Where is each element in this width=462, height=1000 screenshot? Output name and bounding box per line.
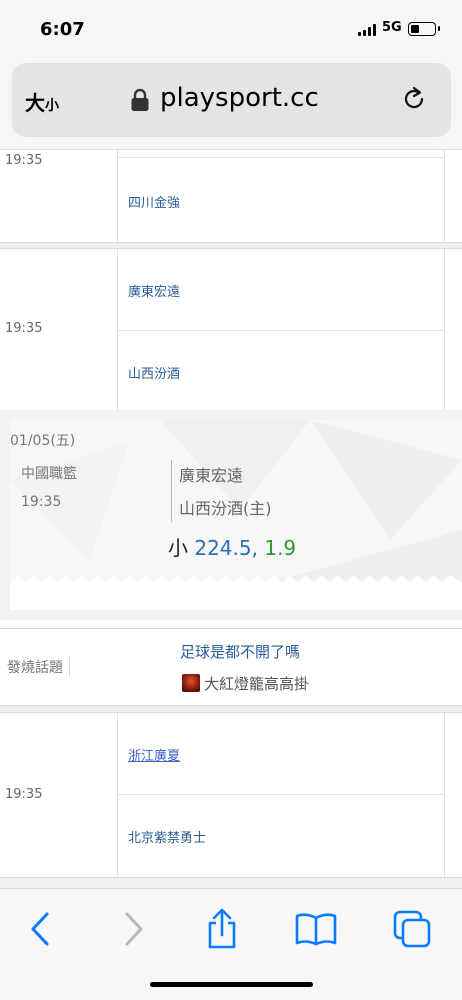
zigzag-edge bbox=[10, 575, 462, 610]
share-icon bbox=[208, 908, 236, 949]
forward-button[interactable] bbox=[112, 907, 156, 951]
hot-topic-link[interactable]: 足球是都不開了嗎 bbox=[180, 641, 300, 662]
prediction-card[interactable]: 01/05(五) 中國職籃 19:35 廣東宏遠 山西汾酒(主) 小 224.5… bbox=[0, 410, 462, 620]
hot-topic: 發燒話題 足球是都不開了嗎 大紅燈籠高高掛 bbox=[0, 628, 462, 706]
team-link[interactable]: 山西汾酒 bbox=[128, 363, 180, 382]
bookmarks-button[interactable] bbox=[294, 907, 338, 951]
battery-icon bbox=[408, 22, 440, 36]
game-time: 19:35 bbox=[5, 787, 43, 802]
status-bar: 6:07 5G bbox=[0, 0, 462, 56]
game-time: 19:35 bbox=[21, 494, 62, 510]
team-cell: 北京紫禁勇士 bbox=[118, 795, 444, 877]
total-line: 224.5, bbox=[194, 536, 258, 560]
chevron-right-icon bbox=[125, 912, 143, 946]
url-domain[interactable]: playsport.cc bbox=[160, 83, 319, 113]
signal-icon bbox=[358, 24, 378, 36]
game-row: 19:35 四川金強 bbox=[0, 150, 462, 243]
game-time: 19:35 bbox=[5, 321, 43, 336]
divider bbox=[171, 460, 172, 522]
row-separator bbox=[0, 878, 462, 888]
home-team: 廣東宏遠 bbox=[179, 466, 244, 485]
address-bar[interactable]: 大小 playsport.cc bbox=[12, 63, 451, 137]
odds-value: 1.9 bbox=[264, 536, 297, 560]
author-name: 大紅燈籠高高掛 bbox=[204, 675, 310, 693]
tabs-button[interactable] bbox=[390, 907, 434, 951]
tabs-icon bbox=[393, 910, 431, 948]
back-button[interactable] bbox=[18, 907, 62, 951]
team-link[interactable]: 四川金強 bbox=[128, 192, 180, 211]
network-type: 5G bbox=[382, 20, 402, 35]
browser-address-area: 大小 playsport.cc bbox=[0, 56, 462, 150]
chevron-left-icon bbox=[31, 912, 49, 946]
away-team: 山西汾酒(主) bbox=[179, 499, 272, 518]
league-name: 中國職籃 bbox=[21, 466, 77, 482]
team-cell: 浙江廣夏 bbox=[118, 713, 444, 795]
hot-topic-author[interactable]: 大紅燈籠高高掛 bbox=[182, 673, 309, 694]
book-icon bbox=[295, 913, 337, 946]
prediction-odds: 小 224.5, 1.9 bbox=[168, 532, 296, 561]
team-cell: 四川金強 bbox=[118, 158, 444, 243]
row-edge bbox=[444, 249, 462, 411]
team-link[interactable]: 廣東宏遠 bbox=[128, 281, 180, 300]
game-time-cell: 19:35 bbox=[0, 249, 118, 411]
page-content: 19:35 四川金強 19:35 廣東宏遠 山西汾酒 01/05(五) 中國職籃… bbox=[0, 150, 462, 888]
hot-topic-label: 發燒話題 bbox=[7, 657, 70, 677]
reload-icon[interactable] bbox=[400, 85, 428, 113]
status-time: 6:07 bbox=[40, 19, 85, 40]
lock-icon bbox=[131, 88, 149, 111]
home-indicator bbox=[150, 982, 313, 987]
team-cell: 山西汾酒 bbox=[118, 331, 444, 411]
team-link[interactable]: 北京紫禁勇士 bbox=[128, 827, 206, 846]
game-time-cell: 19:35 bbox=[0, 713, 118, 877]
game-date: 01/05(五) bbox=[10, 433, 76, 449]
avatar bbox=[182, 674, 200, 692]
game-time: 19:35 bbox=[5, 153, 43, 168]
team-cell bbox=[118, 150, 444, 158]
team-cell: 廣東宏遠 bbox=[118, 249, 444, 331]
game-row: 19:35 廣東宏遠 山西汾酒 bbox=[0, 248, 462, 412]
text-size-button[interactable]: 大小 bbox=[25, 87, 59, 116]
team-link[interactable]: 浙江廣夏 bbox=[128, 745, 180, 764]
pick-label: 小 bbox=[168, 536, 188, 560]
row-edge bbox=[444, 150, 462, 242]
share-button[interactable] bbox=[200, 907, 244, 951]
game-row: 19:35 浙江廣夏 北京紫禁勇士 bbox=[0, 712, 462, 878]
game-time-cell: 19:35 bbox=[0, 150, 118, 242]
row-edge bbox=[444, 713, 462, 877]
